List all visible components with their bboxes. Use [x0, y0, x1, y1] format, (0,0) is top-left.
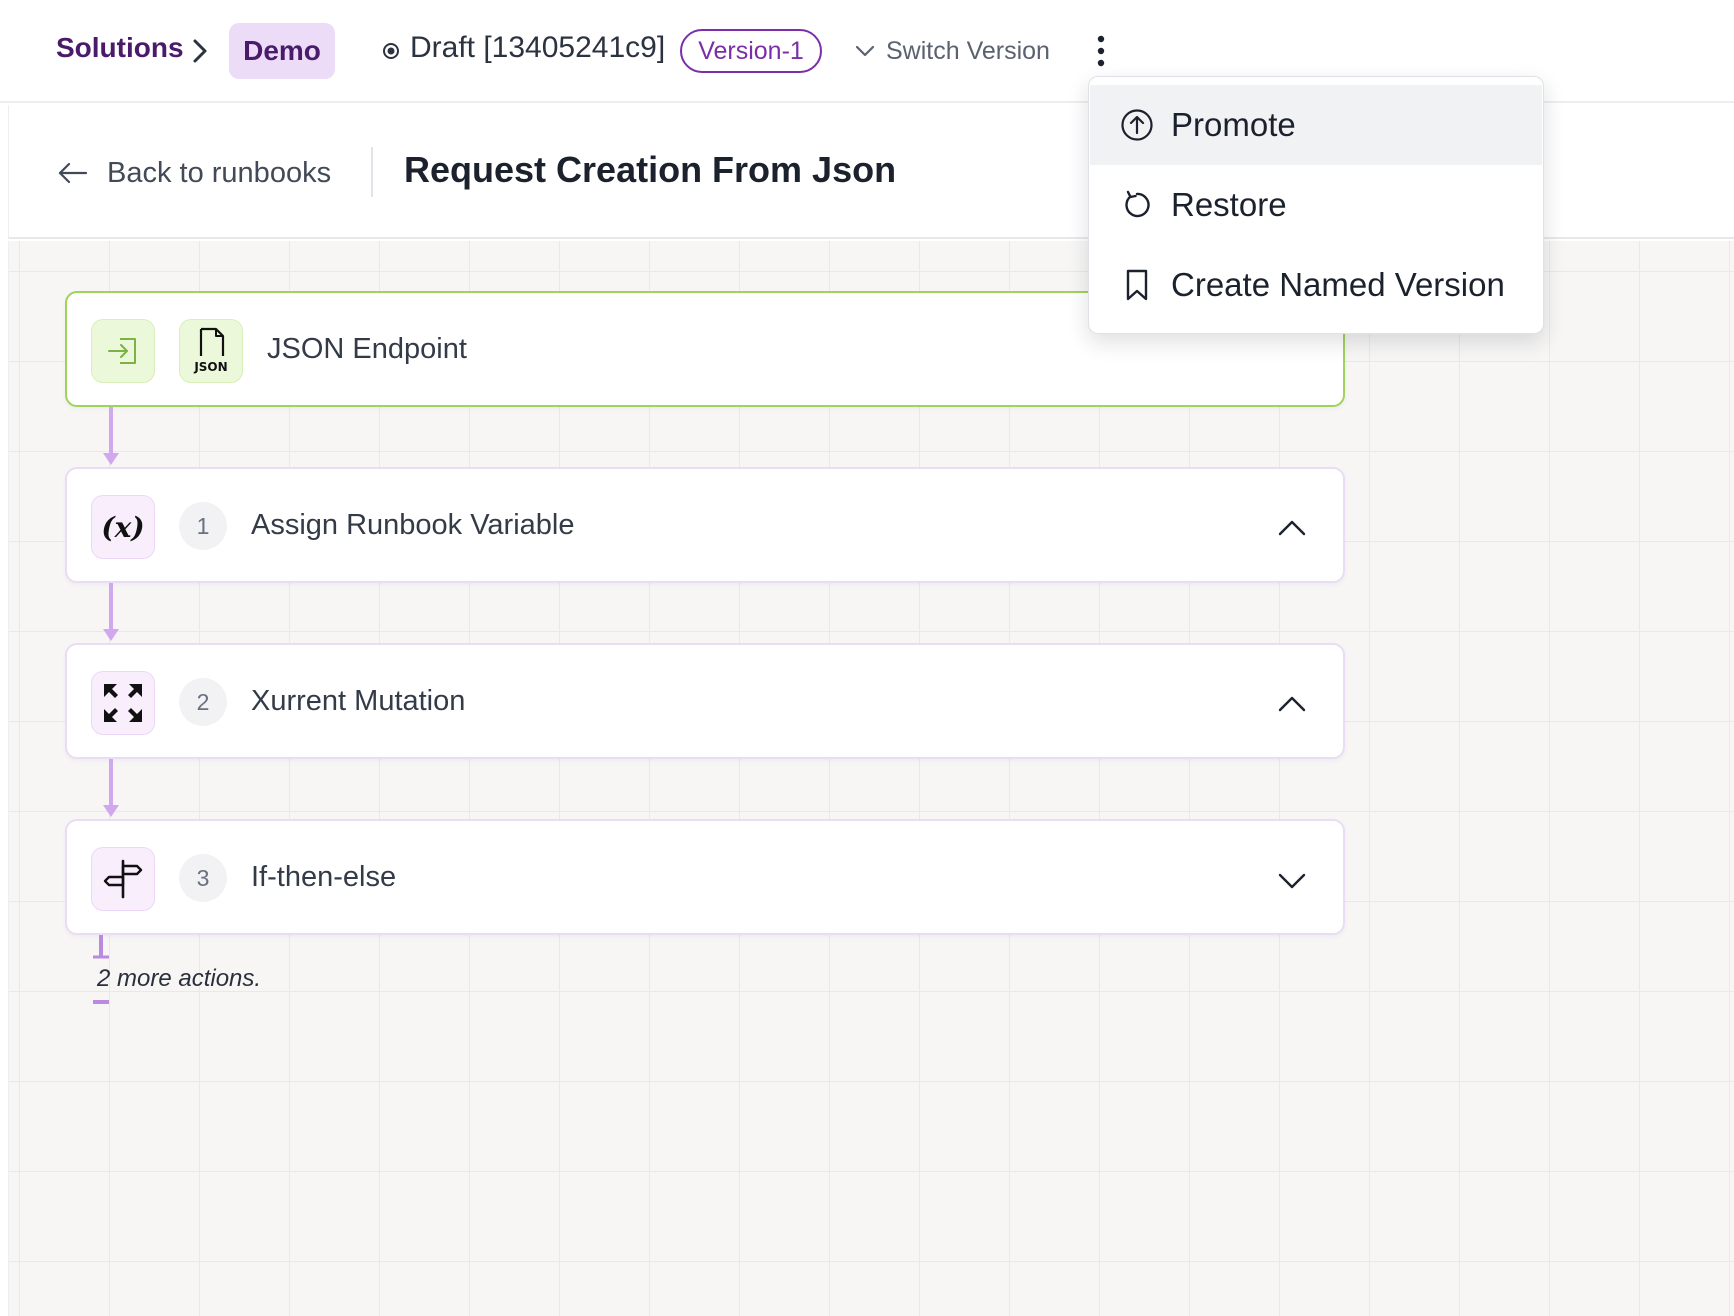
arrow-up-circle-icon [1121, 109, 1153, 141]
version-options-menu: Promote Restore Create Named Version [1088, 76, 1544, 334]
step-node-3[interactable]: 3 If-then-else [65, 819, 1345, 935]
chevron-right-icon [193, 39, 207, 63]
step-node-1[interactable]: (x) 1 Assign Runbook Variable [65, 467, 1345, 583]
menu-item-promote[interactable]: Promote [1090, 85, 1542, 165]
more-actions-link[interactable]: 2 more actions. [97, 965, 261, 993]
step-label: If-then-else [251, 861, 397, 893]
chevron-down-icon [855, 45, 875, 57]
page-title: Request Creation From Json [404, 149, 897, 190]
xurrent-logo-icon [91, 671, 155, 735]
menu-item-label: Restore [1171, 186, 1287, 223]
version-badge: Version-1 [680, 29, 822, 73]
step-number: 2 [179, 678, 227, 726]
flow-connector [103, 583, 119, 641]
json-file-icon: JSON [179, 319, 243, 383]
flow-connector [103, 407, 119, 465]
variable-icon: (x) [91, 495, 155, 559]
step-label: Xurrent Mutation [251, 685, 466, 717]
back-to-runbooks-link[interactable]: Back to runbooks [57, 153, 331, 193]
breadcrumb-demo[interactable]: Demo [229, 23, 335, 79]
json-badge-text: JSON [193, 360, 227, 374]
menu-item-label: Promote [1171, 106, 1296, 143]
flow-connector [103, 759, 119, 817]
chevron-up-icon[interactable] [1277, 689, 1307, 719]
more-options-icon[interactable] [1090, 32, 1112, 70]
breadcrumb-solutions[interactable]: Solutions [56, 32, 184, 64]
step-number: 3 [179, 854, 227, 902]
step-node-2[interactable]: 2 Xurrent Mutation [65, 643, 1345, 759]
draft-status-icon [383, 43, 399, 59]
switch-version-button[interactable]: Switch Version [854, 30, 1050, 72]
switch-version-label: Switch Version [886, 36, 1050, 65]
trigger-label: JSON Endpoint [267, 333, 467, 365]
menu-item-label: Create Named Version [1171, 266, 1505, 303]
menu-item-create-named-version[interactable]: Create Named Version [1090, 245, 1542, 325]
bookmark-icon [1126, 269, 1148, 301]
step-number: 1 [179, 502, 227, 550]
enter-icon [91, 319, 155, 383]
runbook-canvas[interactable]: JSON JSON Endpoint (x) 1 Assign Runbook … [8, 241, 1734, 1316]
back-to-runbooks-label: Back to runbooks [107, 156, 332, 189]
restore-icon [1125, 190, 1150, 218]
step-label: Assign Runbook Variable [251, 509, 575, 541]
draft-label: Draft [13405241c9] [410, 31, 666, 64]
header-divider [371, 147, 373, 197]
chevron-up-icon[interactable] [1277, 513, 1307, 543]
variable-glyph: (x) [101, 510, 145, 544]
menu-item-restore[interactable]: Restore [1090, 165, 1542, 245]
signpost-icon [91, 847, 155, 911]
chevron-down-icon[interactable] [1277, 865, 1307, 895]
arrow-left-icon [58, 162, 88, 184]
